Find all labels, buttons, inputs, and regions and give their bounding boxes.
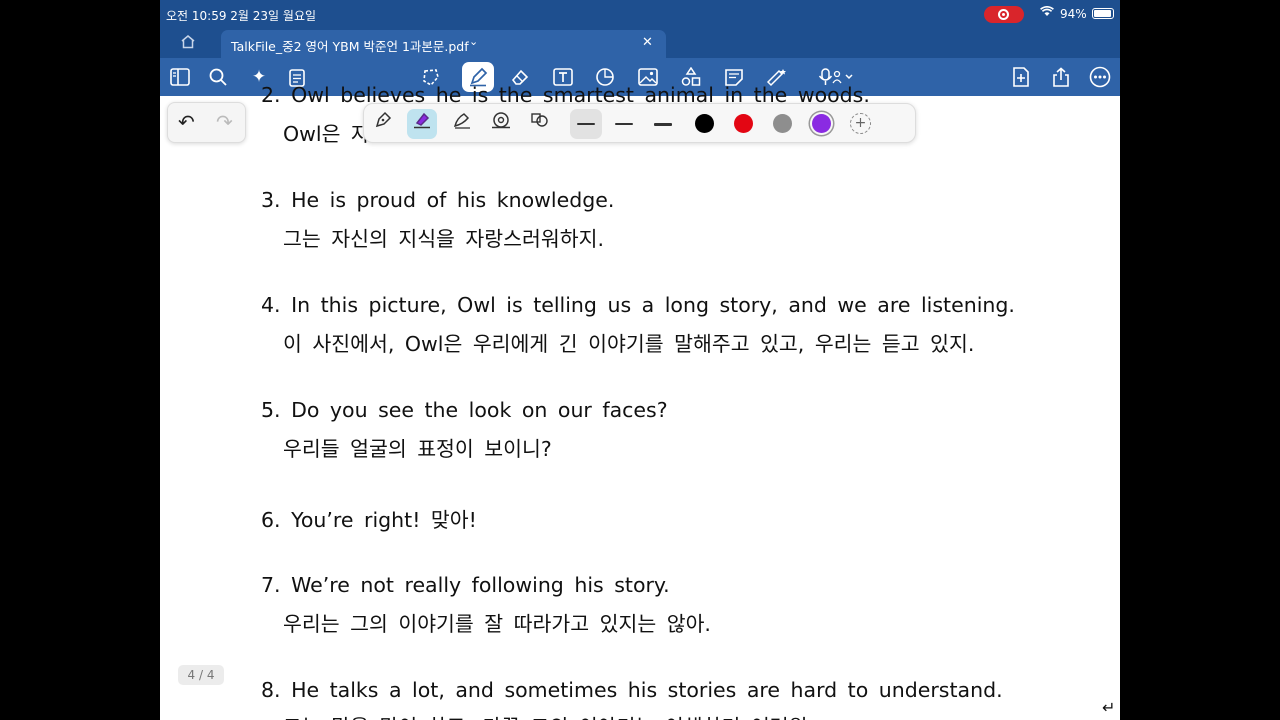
tape-icon[interactable]	[486, 109, 516, 139]
battery-icon	[1092, 8, 1114, 19]
close-icon[interactable]: ✕	[642, 35, 653, 50]
sentence-8-korean: 그는 말을 많이 하고, 가끔 그의 이야기는 이해하기 어려워.	[283, 710, 814, 720]
stroke-width-thin[interactable]	[570, 109, 602, 139]
pointer-cursor-icon: ↵	[1102, 698, 1116, 717]
sentence-5-korean: 우리들 얼굴의 표정이 보이니?	[283, 437, 552, 461]
pdf-page[interactable]: 2. Owl believes he is the smartest anima…	[160, 83, 1120, 720]
add-page-icon[interactable]	[1007, 63, 1035, 91]
search-icon[interactable]	[204, 63, 232, 91]
wifi-icon	[1040, 6, 1054, 20]
home-icon[interactable]	[180, 34, 196, 53]
add-color-icon[interactable]: +	[850, 113, 871, 134]
screen-recording-indicator[interactable]	[984, 6, 1024, 23]
brush-pen-icon[interactable]	[447, 109, 477, 139]
share-icon[interactable]	[1047, 63, 1075, 91]
record-icon	[998, 9, 1009, 20]
page-indicator: 4 / 4	[178, 665, 224, 685]
sentence-7-english: 7. We’re not really following his story.	[261, 573, 670, 597]
stroke-width-thick[interactable]	[648, 109, 678, 139]
highlighter-icon[interactable]	[407, 109, 437, 139]
color-swatch-black[interactable]	[695, 114, 714, 133]
sentence-8-english: 8. He talks a lot, and sometimes his sto…	[261, 678, 1003, 702]
shape-recognition-icon[interactable]	[525, 109, 555, 139]
color-swatch-purple[interactable]	[812, 114, 831, 133]
sentence-6: 6. You’re right! 맞아!	[261, 508, 477, 532]
redo-icon[interactable]: ↷	[216, 110, 233, 134]
pen-toolbar: +	[363, 103, 916, 143]
app-frame: 오전 10:59 2월 23일 월요일 94% TalkFile_중2 영어 Y…	[160, 0, 1120, 720]
tab-bar: TalkFile_중2 영어 YBM 박준언 1과본문.pdf ⌄ ✕	[160, 28, 1120, 58]
more-options-icon[interactable]	[1086, 63, 1114, 91]
sentence-3-english: 3. He is proud of his knowledge.	[261, 188, 615, 212]
document-tab-title: TalkFile_중2 영어 YBM 박준언 1과본문.pdf	[231, 39, 469, 54]
sentence-5-english: 5. Do you see the look on our faces?	[261, 398, 668, 422]
stroke-width-medium[interactable]	[609, 109, 639, 139]
sentence-4-english: 4. In this picture, Owl is telling us a …	[261, 293, 1015, 317]
fountain-pen-icon[interactable]	[368, 109, 398, 139]
status-time: 오전 10:59 2월 23일 월요일	[166, 9, 317, 23]
color-swatch-red[interactable]	[734, 114, 753, 133]
undo-redo-panel: ↶ ↷	[167, 102, 246, 143]
chevron-down-icon[interactable]: ⌄	[469, 35, 478, 48]
sentence-3-korean: 그는 자신의 지식을 자랑스러워하지.	[283, 227, 604, 251]
document-tab[interactable]: TalkFile_중2 영어 YBM 박준언 1과본문.pdf ⌄ ✕	[221, 30, 666, 58]
color-swatch-gray[interactable]	[773, 114, 792, 133]
undo-icon[interactable]: ↶	[178, 110, 195, 134]
sentence-7-korean: 우리는 그의 이야기를 잘 따라가고 있지는 않아.	[283, 612, 711, 636]
battery-percent: 94%	[1060, 7, 1087, 21]
status-bar: 오전 10:59 2월 23일 월요일 94%	[160, 0, 1120, 28]
thumbnails-icon[interactable]	[166, 63, 194, 91]
sentence-4-korean: 이 사진에서, Owl은 우리에게 긴 이야기를 말해주고 있고, 우리는 듣고…	[283, 332, 975, 356]
